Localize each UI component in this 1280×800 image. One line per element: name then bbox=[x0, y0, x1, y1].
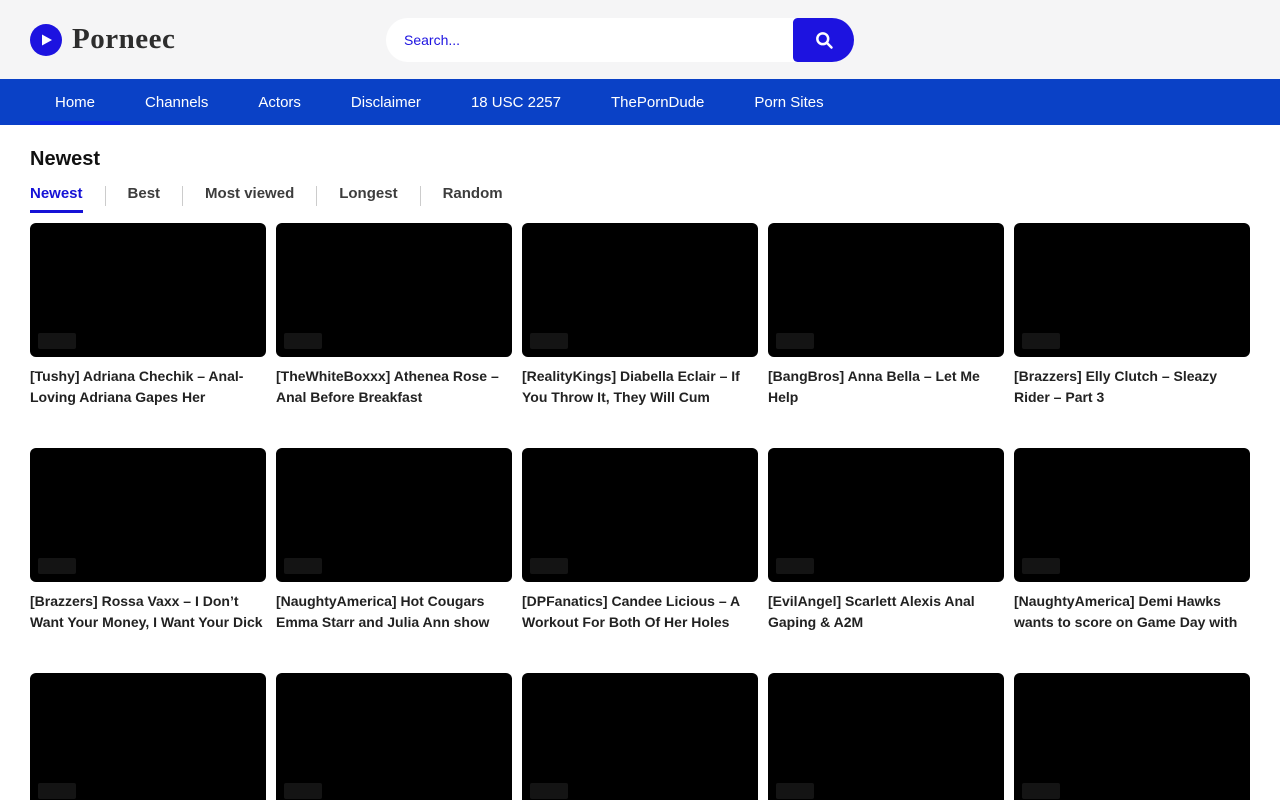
duration-badge bbox=[38, 783, 76, 799]
video-title[interactable]: [EvilAngel] Scarlett Alexis Anal Gaping … bbox=[768, 591, 1004, 633]
duration-badge bbox=[1022, 783, 1060, 799]
tab-random[interactable]: Random bbox=[443, 185, 503, 213]
video-title[interactable]: [DPFanatics] Candee Licious – A Workout … bbox=[522, 591, 758, 633]
video-thumbnail[interactable] bbox=[768, 448, 1004, 582]
tab-divider bbox=[105, 186, 106, 206]
nav-item-porn-sites[interactable]: Porn Sites bbox=[729, 79, 848, 125]
duration-badge bbox=[284, 558, 322, 574]
duration-badge bbox=[284, 783, 322, 799]
video-card[interactable]: [DPFanatics] Candee Licious – A Workout … bbox=[522, 448, 758, 633]
video-thumbnail[interactable] bbox=[1014, 223, 1250, 357]
nav-item-disclaimer[interactable]: Disclaimer bbox=[326, 79, 446, 125]
play-icon bbox=[30, 24, 62, 56]
video-thumbnail[interactable] bbox=[768, 223, 1004, 357]
duration-badge bbox=[776, 558, 814, 574]
duration-badge bbox=[38, 333, 76, 349]
nav-item-actors[interactable]: Actors bbox=[233, 79, 326, 125]
duration-badge bbox=[1022, 333, 1060, 349]
video-card[interactable]: [BangBros] Anna Bella – Let Me Help bbox=[768, 223, 1004, 408]
video-thumbnail[interactable] bbox=[276, 673, 512, 800]
site-header: Porneec bbox=[0, 0, 1280, 79]
duration-badge bbox=[776, 333, 814, 349]
video-title[interactable]: [TheWhiteBoxxx] Athenea Rose – Anal Befo… bbox=[276, 366, 512, 408]
video-thumbnail[interactable] bbox=[30, 673, 266, 800]
video-title[interactable]: [NaughtyAmerica] Demi Hawks wants to sco… bbox=[1014, 591, 1250, 633]
sort-tabs: Newest Best Most viewed Longest Random bbox=[30, 185, 1250, 213]
main-nav: Home Channels Actors Disclaimer 18 USC 2… bbox=[0, 79, 1280, 125]
video-card[interactable]: [Tushy] Adriana Chechik – Anal-Loving Ad… bbox=[30, 223, 266, 408]
nav-item-18usc2257[interactable]: 18 USC 2257 bbox=[446, 79, 586, 125]
duration-badge bbox=[530, 333, 568, 349]
duration-badge bbox=[38, 558, 76, 574]
video-card[interactable]: [NaughtyAmerica] Hot Cougars Emma Starr … bbox=[276, 448, 512, 633]
tab-divider bbox=[182, 186, 183, 206]
page-title: Newest bbox=[30, 148, 1250, 171]
video-thumbnail[interactable] bbox=[768, 673, 1004, 800]
tab-divider bbox=[316, 186, 317, 206]
video-card[interactable]: [TheWhiteBoxxx] Athenea Rose – Anal Befo… bbox=[276, 223, 512, 408]
nav-item-home[interactable]: Home bbox=[30, 79, 120, 125]
video-thumbnail[interactable] bbox=[1014, 673, 1250, 800]
search-form bbox=[386, 18, 854, 62]
video-card[interactable]: [Brazzers] Rossa Vaxx – I Don’t Want You… bbox=[30, 448, 266, 633]
video-thumbnail[interactable] bbox=[276, 223, 512, 357]
search-input[interactable] bbox=[386, 18, 854, 62]
video-title[interactable]: [NaughtyAmerica] Hot Cougars Emma Starr … bbox=[276, 591, 512, 633]
video-card[interactable] bbox=[276, 673, 512, 800]
video-title[interactable]: [BangBros] Anna Bella – Let Me Help bbox=[768, 366, 1004, 408]
duration-badge bbox=[284, 333, 322, 349]
tab-longest[interactable]: Longest bbox=[339, 185, 397, 213]
nav-item-channels[interactable]: Channels bbox=[120, 79, 233, 125]
video-card[interactable]: [Brazzers] Elly Clutch – Sleazy Rider – … bbox=[1014, 223, 1250, 408]
video-card[interactable] bbox=[768, 673, 1004, 800]
site-logo[interactable]: Porneec bbox=[30, 0, 175, 79]
video-card[interactable]: [RealityKings] Diabella Eclair – If You … bbox=[522, 223, 758, 408]
duration-badge bbox=[776, 783, 814, 799]
video-thumbnail[interactable] bbox=[522, 223, 758, 357]
video-card[interactable] bbox=[30, 673, 266, 800]
duration-badge bbox=[530, 783, 568, 799]
video-card[interactable]: [EvilAngel] Scarlett Alexis Anal Gaping … bbox=[768, 448, 1004, 633]
search-button[interactable] bbox=[793, 18, 854, 62]
main-content: Newest Newest Best Most viewed Longest R… bbox=[0, 148, 1280, 800]
video-title[interactable]: [Brazzers] Elly Clutch – Sleazy Rider – … bbox=[1014, 366, 1250, 408]
nav-item-theporndude[interactable]: ThePornDude bbox=[586, 79, 729, 125]
duration-badge bbox=[530, 558, 568, 574]
video-thumbnail[interactable] bbox=[522, 448, 758, 582]
search-icon bbox=[814, 30, 834, 50]
video-thumbnail[interactable] bbox=[30, 223, 266, 357]
video-thumbnail[interactable] bbox=[522, 673, 758, 800]
video-thumbnail[interactable] bbox=[276, 448, 512, 582]
tab-divider bbox=[420, 186, 421, 206]
video-card[interactable]: [NaughtyAmerica] Demi Hawks wants to sco… bbox=[1014, 448, 1250, 633]
tab-best[interactable]: Best bbox=[128, 185, 161, 213]
video-grid: [Tushy] Adriana Chechik – Anal-Loving Ad… bbox=[30, 223, 1250, 800]
video-title[interactable]: [Brazzers] Rossa Vaxx – I Don’t Want You… bbox=[30, 591, 266, 633]
video-card[interactable] bbox=[1014, 673, 1250, 800]
video-title[interactable]: [RealityKings] Diabella Eclair – If You … bbox=[522, 366, 758, 408]
tab-newest[interactable]: Newest bbox=[30, 185, 83, 213]
video-title[interactable]: [Tushy] Adriana Chechik – Anal-Loving Ad… bbox=[30, 366, 266, 408]
video-card[interactable] bbox=[522, 673, 758, 800]
video-thumbnail[interactable] bbox=[30, 448, 266, 582]
duration-badge bbox=[1022, 558, 1060, 574]
tab-most-viewed[interactable]: Most viewed bbox=[205, 185, 294, 213]
video-thumbnail[interactable] bbox=[1014, 448, 1250, 582]
site-title: Porneec bbox=[72, 23, 175, 56]
